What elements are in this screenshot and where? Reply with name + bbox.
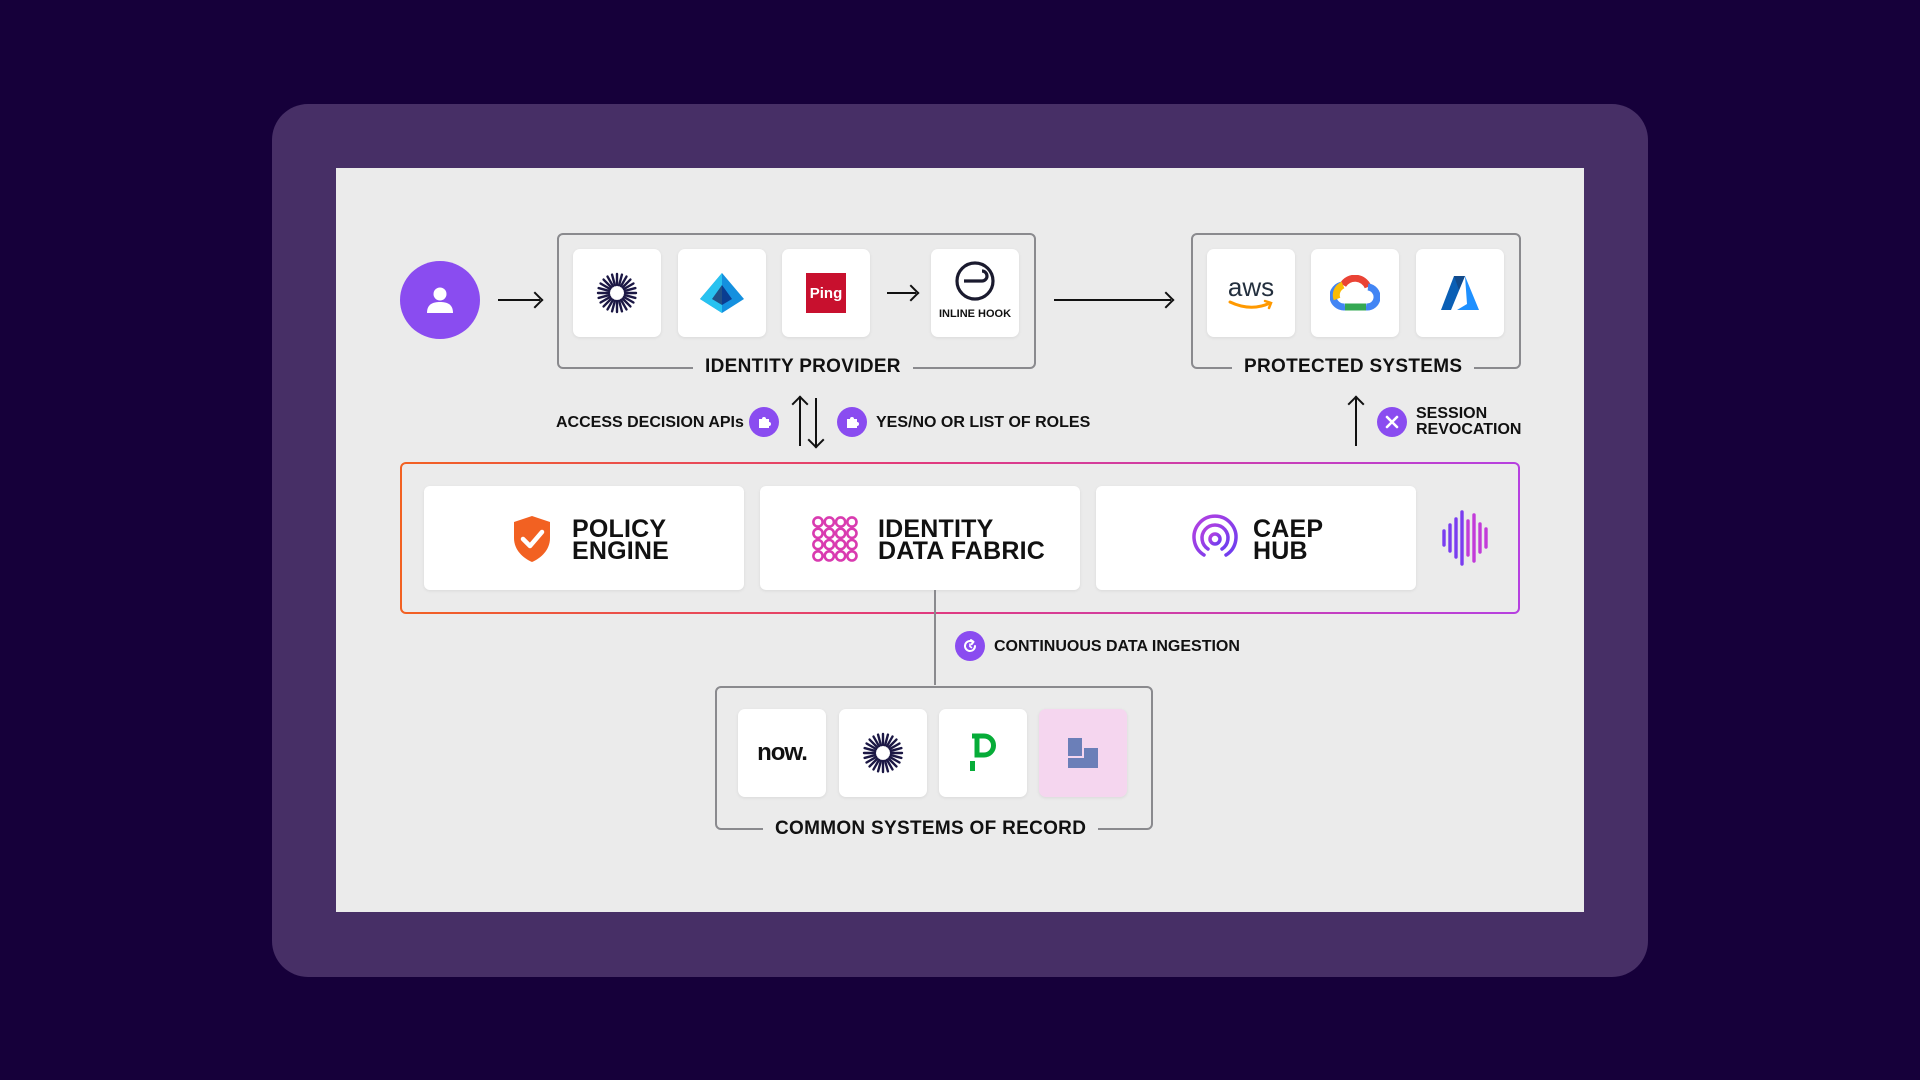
session-revocation-label: SESSION REVOCATION: [1416, 406, 1521, 438]
user-avatar: [400, 261, 480, 339]
pagerduty-icon: [970, 733, 996, 771]
identity-data-fabric-title: IDENTITY DATA FABRIC: [878, 517, 1045, 565]
okta-tile: [573, 249, 661, 337]
pagerduty-tile: [939, 709, 1027, 797]
caep-line2: HUB: [1253, 537, 1308, 565]
policy-engine-title: POLICY ENGINE: [572, 517, 670, 565]
arrow-down-access: [815, 398, 817, 446]
puzzle-icon: [759, 417, 771, 428]
yes-no-badge: [837, 407, 867, 437]
session-revocation-line1: SESSION: [1416, 405, 1488, 422]
session-revocation-badge: [1377, 407, 1407, 437]
arrow-idp-to-protected: [1054, 299, 1171, 301]
arrow-up-access: [799, 398, 801, 446]
access-decision-badge: [749, 407, 779, 437]
servicenow-logo-text: now.: [757, 739, 808, 766]
close-icon: [1385, 415, 1399, 429]
arrow-up-session: [1355, 398, 1357, 446]
caep-hub-card: CAEP HUB: [1096, 486, 1416, 590]
yes-no-label: YES/NO OR LIST OF ROLES: [876, 414, 1091, 431]
user-icon: [427, 287, 453, 313]
google-cloud-icon: [1330, 275, 1380, 311]
access-decision-label: ACCESS DECISION APIs: [556, 414, 744, 431]
inline-hook-icon: [955, 261, 995, 301]
arrow-idp-to-hook: [887, 292, 916, 294]
aws-smile-icon: [1228, 299, 1273, 310]
okta-record-tile: [839, 709, 927, 797]
policy-engine-card: POLICY ENGINE: [424, 486, 744, 590]
ping-logo-text: Ping: [809, 284, 843, 302]
caep-broadcast-icon: [1192, 514, 1238, 561]
inline-hook-tile: INLINE HOOK: [931, 249, 1019, 337]
ping-identity-logo: Ping: [806, 273, 846, 313]
azure-tile: [1416, 249, 1504, 337]
data-fabric-icon: [812, 516, 858, 562]
systems-of-record-label: COMMON SYSTEMS OF RECORD: [763, 818, 1099, 840]
shield-check-icon: [514, 516, 550, 562]
record-app-icon: [1068, 738, 1098, 768]
arrow-user-to-idp: [498, 299, 540, 301]
ping-tile: Ping: [782, 249, 870, 337]
ingestion-badge: [955, 631, 985, 661]
policy-engine-line2: ENGINE: [572, 537, 670, 565]
identity-provider-label: IDENTITY PROVIDER: [693, 356, 913, 378]
servicenow-tile: now.: [738, 709, 826, 797]
aws-tile: aws: [1207, 249, 1295, 337]
google-cloud-tile: [1311, 249, 1399, 337]
inline-hook-label: INLINE HOOK: [938, 308, 1012, 320]
okta-starburst-icon: [862, 732, 904, 774]
identity-data-fabric-card: IDENTITY DATA FABRIC: [760, 486, 1080, 590]
continuous-ingestion-label: CONTINUOUS DATA INGESTION: [994, 638, 1240, 655]
protected-systems-label: PROTECTED SYSTEMS: [1232, 356, 1475, 378]
puzzle-icon: [847, 417, 859, 428]
data-fabric-line2: DATA FABRIC: [878, 537, 1045, 565]
session-revocation-line2: REVOCATION: [1416, 421, 1522, 438]
entra-tile: [678, 249, 766, 337]
sgnl-waveform-icon: [1442, 510, 1488, 566]
azure-icon: [1441, 276, 1479, 310]
caep-hub-title: CAEP HUB: [1253, 517, 1323, 565]
ingestion-line: [934, 590, 936, 685]
aws-logo-text: aws: [1227, 272, 1275, 302]
okta-starburst-icon: [596, 272, 638, 314]
record-app-tile: [1039, 709, 1127, 797]
microsoft-entra-icon: [700, 273, 744, 313]
refresh-icon: [964, 639, 977, 652]
